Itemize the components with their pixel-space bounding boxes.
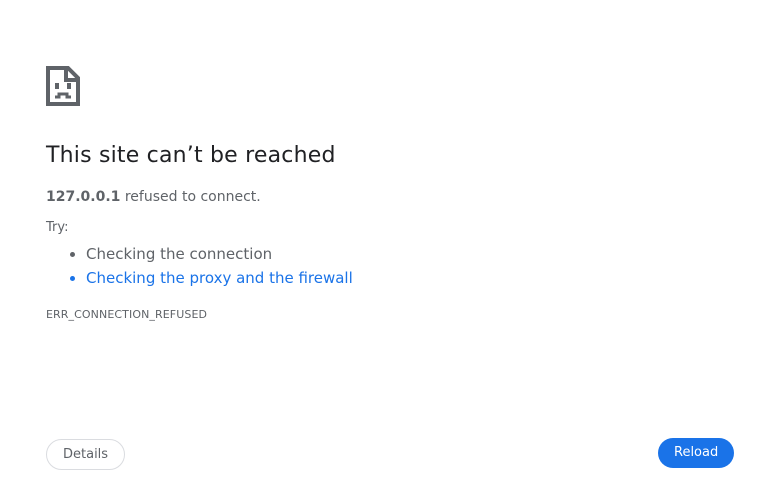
try-label: Try: (46, 220, 69, 235)
suggestion-check-connection: Checking the connection (86, 242, 353, 266)
error-page: This site can’t be reached 127.0.0.1 ref… (0, 0, 780, 493)
sad-document-icon (46, 66, 80, 106)
suggestion-list: Checking the connection Checking the pro… (46, 242, 353, 290)
error-code: ERR_CONNECTION_REFUSED (46, 308, 208, 321)
details-button[interactable]: Details (46, 439, 126, 470)
reload-button[interactable]: Reload (658, 438, 735, 468)
summary-text: refused to connect. (120, 189, 261, 205)
host-address: 127.0.0.1 (46, 189, 121, 205)
suggestion-check-proxy-firewall-link[interactable]: Checking the proxy and the firewall (86, 266, 353, 290)
page-title: This site can’t be reached (46, 143, 336, 168)
error-summary: 127.0.0.1 refused to connect. (46, 188, 261, 206)
